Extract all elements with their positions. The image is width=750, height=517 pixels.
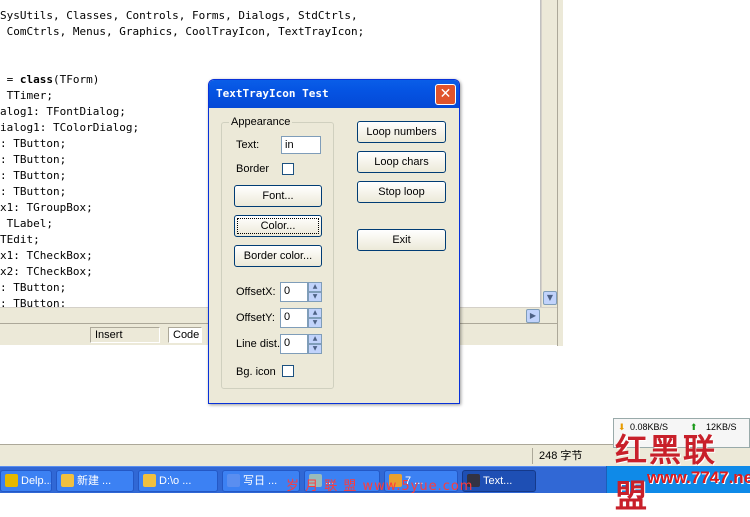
code-line: TLabel; [0, 216, 53, 232]
offset-y-label: OffsetY: [236, 312, 275, 324]
code-line: x2: TCheckBox; [0, 264, 93, 280]
app-icon [5, 474, 18, 487]
code-keyword: class [19, 73, 53, 86]
code-line: : TButton; [0, 152, 66, 168]
code-text: TEdit; [0, 233, 40, 246]
code-text: ialog1: TColorDialog; [0, 121, 140, 134]
app-icon [227, 474, 240, 487]
byte-count-status: 248 字节 [532, 448, 612, 464]
offset-y-stepper[interactable]: ▲ ▼ [308, 308, 322, 328]
vertical-scrollbar[interactable]: ▼ [541, 0, 557, 307]
exit-button[interactable]: Exit [357, 229, 446, 251]
taskbar-button[interactable]: D:\o ... [138, 470, 218, 492]
code-line: ialog1: TColorDialog; [0, 120, 139, 136]
code-line: TEdit; [0, 232, 40, 248]
code-line: SysUtils, Classes, Controls, Forms, Dial… [0, 8, 358, 24]
appearance-group-label: Appearance [229, 116, 293, 128]
code-text: ComCtrls, Menus, Graphics, CoolTrayIcon,… [0, 25, 365, 38]
code-line: : TButton; [0, 136, 66, 152]
offset-x-label: OffsetX: [236, 286, 276, 298]
taskbar-button-label: 写日 ... [243, 475, 278, 487]
scroll-down-icon[interactable]: ▼ [543, 291, 557, 305]
code-line: : TButton; [0, 280, 66, 296]
code-line: : TButton; [0, 168, 66, 184]
code-line: ComCtrls, Menus, Graphics, CoolTrayIcon,… [0, 24, 365, 40]
banner-watermark: 岁 月 联 盟 www.5yue.com [286, 479, 474, 494]
text-label: Text: [236, 139, 260, 151]
code-text: : TButton; [0, 153, 67, 166]
code-line: = class(TForm) [0, 72, 100, 88]
taskbar-button[interactable]: Delp... [0, 470, 52, 492]
font-button[interactable]: Font... [234, 185, 322, 207]
code-line: x1: TGroupBox; [0, 200, 93, 216]
loop-chars-button[interactable]: Loop chars [357, 151, 446, 173]
taskbar-button-label: Text... [483, 475, 513, 487]
code-line: TTimer; [0, 88, 53, 104]
line-dist-stepper[interactable]: ▲ ▼ [308, 334, 322, 354]
editor-window-edge [557, 0, 563, 346]
code-line: alog1: TFontDialog; [0, 104, 126, 120]
bg-icon-label: Bg. icon [236, 366, 276, 378]
border-checkbox[interactable] [282, 163, 294, 175]
text-input[interactable]: in [281, 136, 321, 154]
site-watermark: www.7747.net [647, 468, 750, 487]
code-text: alog1: TFontDialog; [0, 105, 126, 118]
code-text: : TButton; [0, 137, 67, 150]
code-text: x2: TCheckBox; [0, 265, 93, 278]
code-text: (TForm) [53, 73, 100, 86]
code-text: x1: TCheckBox; [0, 249, 93, 262]
taskbar-button-label: D:\o ... [159, 475, 192, 487]
taskbar-button[interactable]: 新建 ... [56, 470, 134, 492]
tab-code[interactable]: Code [168, 327, 202, 343]
loop-numbers-button[interactable]: Loop numbers [357, 121, 446, 143]
code-text: = [0, 73, 20, 86]
stop-loop-button[interactable]: Stop loop [357, 181, 446, 203]
texttrayicon-dialog: TextTrayIcon Test ✕ Appearance Text: in … [208, 79, 460, 404]
scroll-right-icon[interactable]: ▶ [526, 309, 540, 323]
dialog-title: TextTrayIcon Test [216, 87, 329, 100]
line-dist-label: Line dist.: [236, 338, 284, 350]
offset-x-stepper[interactable]: ▲ ▼ [308, 282, 322, 302]
color-button[interactable]: Color... [234, 215, 322, 237]
taskbar-button-label: 新建 ... [77, 475, 112, 487]
code-text: TLabel; [0, 217, 53, 230]
line-dist-input[interactable]: 0 [280, 334, 308, 354]
code-line: : TButton; [0, 296, 66, 307]
border-color-button[interactable]: Border color... [234, 245, 322, 267]
code-line: x1: TCheckBox; [0, 248, 93, 264]
code-text: TTimer; [0, 89, 53, 102]
taskbar-button-label: Delp... [21, 475, 52, 487]
code-text: : TButton; [0, 297, 67, 307]
border-label: Border [236, 163, 270, 175]
bg-icon-checkbox[interactable] [282, 365, 294, 377]
offset-y-input[interactable]: 0 [280, 308, 308, 328]
insert-mode-status: Insert [90, 327, 160, 343]
code-text: : TButton; [0, 169, 67, 182]
code-text: x1: TGroupBox; [0, 201, 93, 214]
close-icon[interactable]: ✕ [435, 84, 456, 105]
code-text: SysUtils, Classes, Controls, Forms, Dial… [0, 9, 358, 22]
code-text: : TButton; [0, 185, 67, 198]
dialog-titlebar[interactable]: TextTrayIcon Test ✕ [209, 80, 459, 108]
app-icon [61, 474, 74, 487]
code-line: : TButton; [0, 184, 66, 200]
offset-x-input[interactable]: 0 [280, 282, 308, 302]
code-text: : TButton; [0, 281, 67, 294]
app-icon [143, 474, 156, 487]
